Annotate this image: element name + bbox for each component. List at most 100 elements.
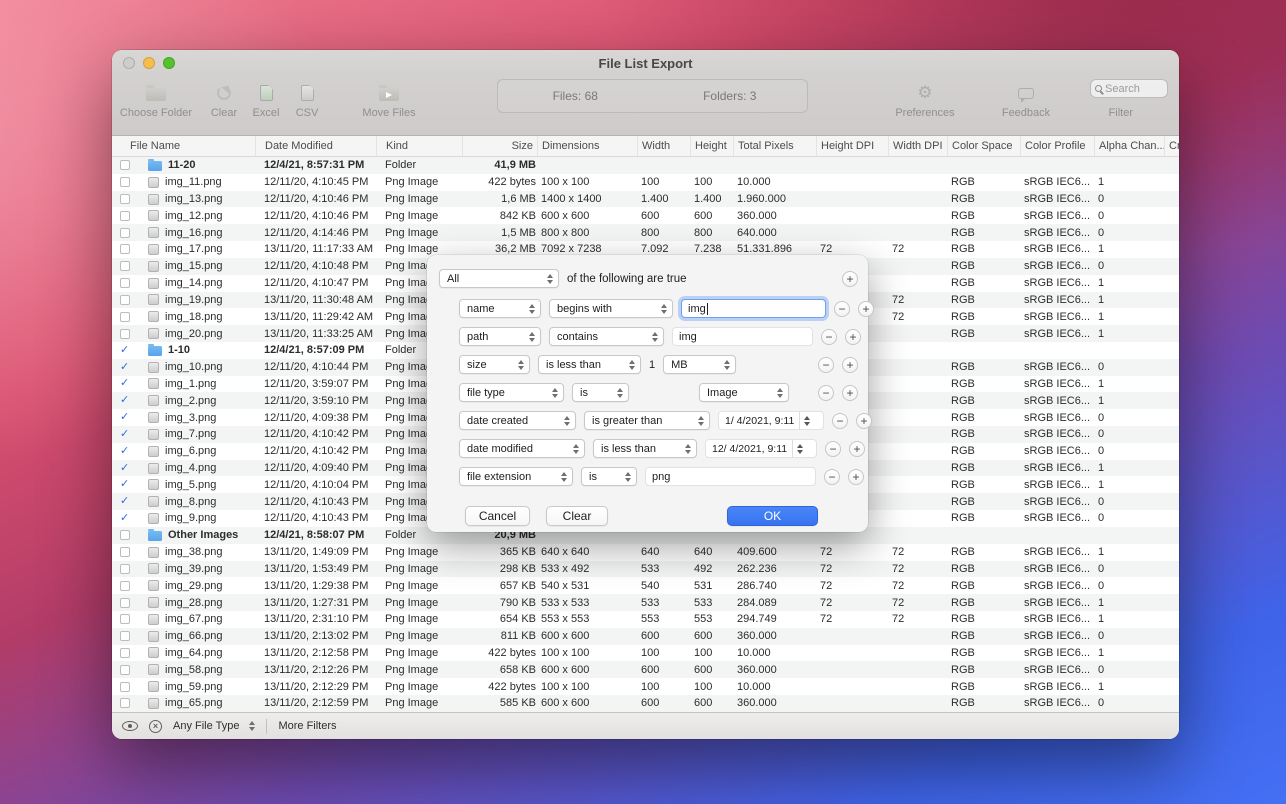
row-checkbox[interactable] bbox=[120, 312, 130, 322]
row-checkbox[interactable] bbox=[120, 228, 130, 238]
clear-rules-button[interactable]: Clear bbox=[546, 506, 608, 526]
rule-date-input[interactable]: 1/ 4/2021, 9:11 bbox=[718, 411, 824, 430]
row-checkbox[interactable] bbox=[120, 682, 130, 692]
close-button[interactable] bbox=[123, 57, 135, 69]
row-checkbox[interactable]: ✓ bbox=[120, 429, 129, 440]
table-row[interactable]: img_13.png12/11/20, 4:10:46 PMPng Image1… bbox=[112, 191, 1179, 208]
column-header[interactable]: Alpha Chan... bbox=[1094, 136, 1164, 156]
table-row[interactable]: img_67.png13/11/20, 2:31:10 PMPng Image6… bbox=[112, 611, 1179, 628]
row-checkbox[interactable]: ✓ bbox=[120, 412, 129, 423]
rule-operator-popup[interactable]: is greater than bbox=[584, 411, 710, 430]
column-header[interactable]: Size bbox=[462, 136, 537, 156]
rule-field-popup[interactable]: date modified bbox=[459, 439, 585, 458]
rule-field-popup[interactable]: path bbox=[459, 327, 541, 346]
rule-operator-popup[interactable]: is less than bbox=[593, 439, 697, 458]
row-checkbox[interactable] bbox=[120, 244, 130, 254]
table-row[interactable]: img_58.png13/11/20, 2:12:26 PMPng Image6… bbox=[112, 661, 1179, 678]
rule-operator-popup[interactable]: begins with bbox=[549, 299, 673, 318]
row-checkbox[interactable] bbox=[120, 530, 130, 540]
row-checkbox[interactable]: ✓ bbox=[120, 378, 129, 389]
add-rule-button[interactable]: + bbox=[845, 329, 861, 345]
add-rule-button[interactable]: + bbox=[842, 385, 858, 401]
add-rule-button[interactable]: + bbox=[858, 301, 874, 317]
table-row[interactable]: img_29.png13/11/20, 1:29:38 PMPng Image6… bbox=[112, 577, 1179, 594]
column-header[interactable]: Date Modified bbox=[255, 136, 376, 156]
table-row[interactable]: 11-2012/4/21, 8:57:31 PMFolder41,9 MB bbox=[112, 157, 1179, 174]
file-type-popup[interactable]: Any File Type bbox=[173, 720, 255, 732]
date-stepper[interactable] bbox=[792, 440, 804, 457]
row-checkbox[interactable] bbox=[120, 177, 130, 187]
rule-field-popup[interactable]: file type bbox=[459, 383, 564, 402]
row-checkbox[interactable] bbox=[120, 631, 130, 641]
remove-rule-button[interactable]: − bbox=[821, 329, 837, 345]
add-rule-button[interactable]: + bbox=[848, 469, 864, 485]
table-row[interactable]: img_12.png12/11/20, 4:10:46 PMPng Image8… bbox=[112, 207, 1179, 224]
feedback-button[interactable]: Feedback bbox=[984, 81, 1068, 119]
table-row[interactable]: img_39.png13/11/20, 1:53:49 PMPng Image2… bbox=[112, 561, 1179, 578]
row-checkbox[interactable] bbox=[120, 261, 130, 271]
row-checkbox[interactable] bbox=[120, 295, 130, 305]
search-field[interactable] bbox=[1090, 79, 1168, 98]
add-rule-button[interactable]: + bbox=[842, 271, 858, 287]
table-row[interactable]: img_59.png13/11/20, 2:12:29 PMPng Image4… bbox=[112, 678, 1179, 695]
remove-rule-button[interactable]: − bbox=[824, 469, 840, 485]
zoom-button[interactable] bbox=[163, 57, 175, 69]
row-checkbox[interactable] bbox=[120, 329, 130, 339]
table-row[interactable]: img_28.png13/11/20, 1:27:31 PMPng Image7… bbox=[112, 594, 1179, 611]
ok-button[interactable]: OK bbox=[727, 506, 818, 526]
rule-value-input[interactable]: png bbox=[645, 467, 816, 486]
row-checkbox[interactable] bbox=[120, 648, 130, 658]
rule-operator-popup[interactable]: is less than bbox=[538, 355, 641, 374]
remove-rule-button[interactable]: − bbox=[818, 385, 834, 401]
column-header[interactable]: Cr... bbox=[1164, 136, 1179, 156]
cancel-button[interactable]: Cancel bbox=[465, 506, 530, 526]
remove-rule-button[interactable]: − bbox=[832, 413, 848, 429]
choose-folder-button[interactable]: Choose Folder bbox=[118, 81, 194, 119]
column-header[interactable]: Kind bbox=[376, 136, 462, 156]
clear-filter-icon[interactable]: × bbox=[149, 720, 162, 733]
column-header[interactable]: Height DPI bbox=[816, 136, 888, 156]
row-checkbox[interactable] bbox=[120, 698, 130, 708]
rule-value-input[interactable]: img bbox=[672, 327, 813, 346]
row-checkbox[interactable]: ✓ bbox=[120, 496, 129, 507]
rule-field-popup[interactable]: file extension bbox=[459, 467, 573, 486]
match-popup[interactable]: All bbox=[439, 269, 559, 288]
column-header[interactable]: Width bbox=[637, 136, 690, 156]
rule-value-input[interactable]: img bbox=[681, 299, 826, 318]
row-checkbox[interactable] bbox=[120, 665, 130, 675]
table-row[interactable]: img_38.png13/11/20, 1:49:09 PMPng Image3… bbox=[112, 544, 1179, 561]
row-checkbox[interactable]: ✓ bbox=[120, 446, 129, 457]
row-checkbox[interactable] bbox=[120, 614, 130, 624]
excel-export-button[interactable]: Excel bbox=[248, 81, 284, 119]
rule-field-popup[interactable]: name bbox=[459, 299, 541, 318]
row-checkbox[interactable]: ✓ bbox=[120, 345, 129, 356]
row-checkbox[interactable]: ✓ bbox=[120, 479, 129, 490]
column-header[interactable]: Total Pixels bbox=[733, 136, 816, 156]
more-filters-button[interactable]: More Filters bbox=[278, 720, 336, 732]
rule-date-input[interactable]: 12/ 4/2021, 9:11 bbox=[705, 439, 817, 458]
rule-field-popup[interactable]: size bbox=[459, 355, 530, 374]
row-checkbox[interactable] bbox=[120, 160, 130, 170]
row-checkbox[interactable]: ✓ bbox=[120, 362, 129, 373]
row-checkbox[interactable] bbox=[120, 211, 130, 221]
add-rule-button[interactable]: + bbox=[842, 357, 858, 373]
eye-icon[interactable] bbox=[122, 721, 138, 731]
rule-operator-popup[interactable]: contains bbox=[549, 327, 664, 346]
column-header[interactable]: Color Profile bbox=[1020, 136, 1094, 156]
rule-unit-popup[interactable]: MB bbox=[663, 355, 736, 374]
titlebar[interactable]: File List Export bbox=[112, 50, 1179, 76]
remove-rule-button[interactable]: − bbox=[818, 357, 834, 373]
column-header[interactable]: File Name bbox=[126, 136, 255, 156]
row-checkbox[interactable] bbox=[120, 194, 130, 204]
rule-field-popup[interactable]: date created bbox=[459, 411, 576, 430]
remove-rule-button[interactable]: − bbox=[834, 301, 850, 317]
move-files-button[interactable]: Move Files bbox=[358, 81, 420, 119]
table-row[interactable]: img_66.png13/11/20, 2:13:02 PMPng Image8… bbox=[112, 628, 1179, 645]
rule-value-popup[interactable]: Image bbox=[699, 383, 789, 402]
row-checkbox[interactable] bbox=[120, 278, 130, 288]
rule-operator-popup[interactable]: is bbox=[572, 383, 629, 402]
rule-value-input[interactable]: 1 bbox=[649, 359, 655, 371]
csv-export-button[interactable]: CSV bbox=[290, 81, 324, 119]
minimize-button[interactable] bbox=[143, 57, 155, 69]
preferences-button[interactable]: ⚙ Preferences bbox=[888, 81, 962, 119]
